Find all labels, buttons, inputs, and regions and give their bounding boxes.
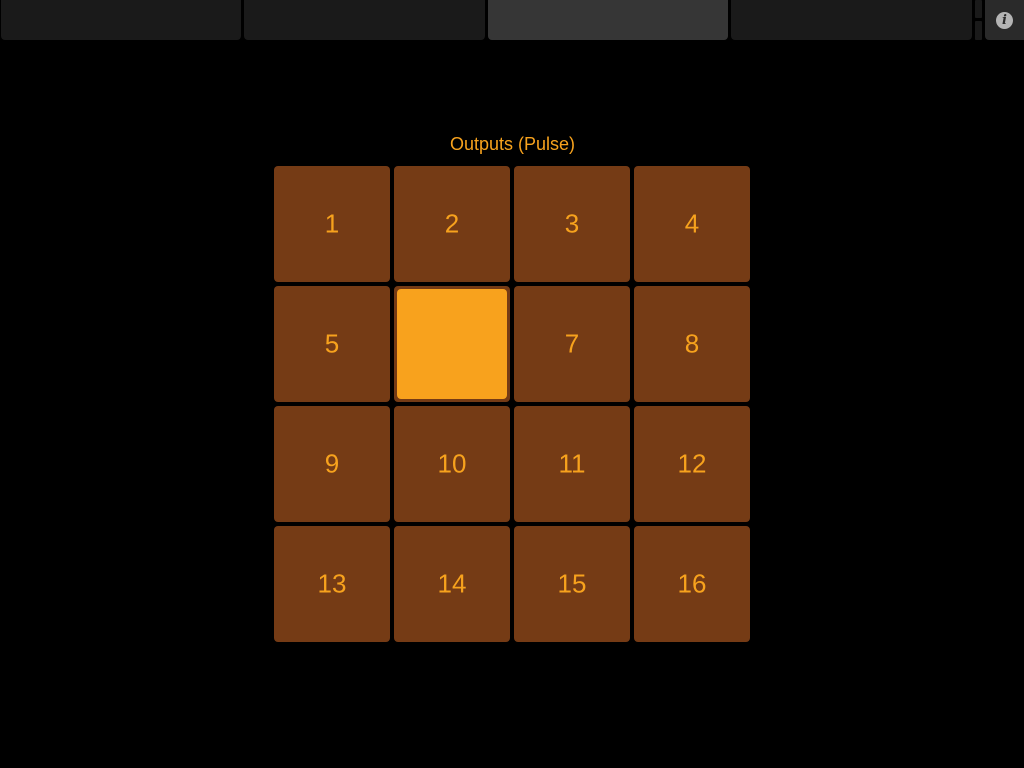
pad-2[interactable]: 2 — [394, 166, 510, 282]
pad-label: 3 — [564, 208, 580, 239]
pad-6[interactable]: 6 — [394, 286, 510, 402]
pad-11[interactable]: 11 — [514, 406, 630, 522]
pad-label: 2 — [444, 208, 460, 239]
pad-3[interactable]: 3 — [514, 166, 630, 282]
page-indicator — [975, 0, 982, 40]
tab-2[interactable] — [244, 0, 485, 40]
pad-label: 10 — [437, 448, 467, 479]
tab-3[interactable] — [488, 0, 728, 40]
info-icon: i — [996, 12, 1013, 29]
pad-label: 4 — [684, 208, 700, 239]
pad-label: 7 — [564, 328, 580, 359]
pad-label: 5 — [324, 328, 340, 359]
pad-10[interactable]: 10 — [394, 406, 510, 522]
pad-7[interactable]: 7 — [514, 286, 630, 402]
pad-label: 11 — [558, 448, 586, 479]
pad-15[interactable]: 15 — [514, 526, 630, 642]
pad-9[interactable]: 9 — [274, 406, 390, 522]
tab-4[interactable] — [731, 0, 972, 40]
pad-label: 12 — [677, 448, 707, 479]
tab-bar: i — [0, 0, 1024, 41]
pad-label: 1 — [324, 208, 340, 239]
pad-5[interactable]: 5 — [274, 286, 390, 402]
pad-13[interactable]: 13 — [274, 526, 390, 642]
pad-4[interactable]: 4 — [634, 166, 750, 282]
info-button[interactable]: i — [985, 0, 1024, 40]
pad-label: 6 — [394, 329, 510, 360]
pad-grid: 12345678910111213141516 — [274, 166, 751, 643]
pad-label: 13 — [317, 568, 347, 599]
pad-label: 15 — [557, 568, 587, 599]
pad-14[interactable]: 14 — [394, 526, 510, 642]
pad-12[interactable]: 12 — [634, 406, 750, 522]
pad-label: 8 — [684, 328, 700, 359]
pad-1[interactable]: 1 — [274, 166, 390, 282]
page-indicator-dot — [975, 0, 982, 18]
pad-8[interactable]: 8 — [634, 286, 750, 402]
pad-label: 9 — [324, 448, 340, 479]
pad-16[interactable]: 16 — [634, 526, 750, 642]
tab-1[interactable] — [1, 0, 241, 40]
page-indicator-dot — [975, 21, 982, 40]
pad-label: 16 — [677, 568, 707, 599]
pad-label: 14 — [437, 568, 467, 599]
grid-title: Outputs (Pulse) — [449, 134, 576, 154]
